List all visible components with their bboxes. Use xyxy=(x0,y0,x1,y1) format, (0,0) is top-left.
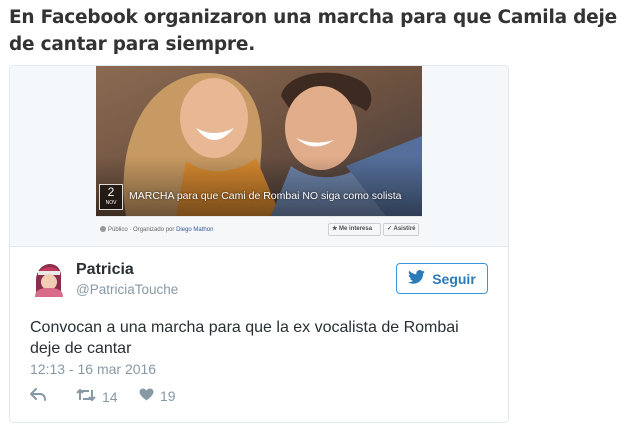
heart-icon xyxy=(139,388,154,404)
event-meta: Público · Organizado por Diego Mathon xyxy=(100,226,213,233)
retweet-icon xyxy=(76,388,96,405)
event-info-bar: Público · Organizado por Diego Mathon ★ … xyxy=(96,216,422,246)
event-date-day: 2 xyxy=(107,185,115,199)
follow-label: Seguir xyxy=(432,270,476,287)
avatar[interactable] xyxy=(30,261,66,297)
going-button[interactable]: ✓ Asistiré xyxy=(383,223,419,236)
tweet-media[interactable]: 2 NOV MARCHA para que Cami de Rombai NO … xyxy=(10,66,508,247)
retweet-button[interactable]: 14 xyxy=(76,388,118,405)
author-handle[interactable]: @PatriciaTouche xyxy=(76,282,178,297)
reply-button[interactable] xyxy=(30,388,46,404)
follow-button[interactable]: Seguir xyxy=(396,263,488,294)
tweet-timestamp[interactable]: 12:13 - 16 mar 2016 xyxy=(30,361,156,377)
twitter-bird-icon xyxy=(408,270,426,287)
tweet-text: Convocan a una marcha para que la ex voc… xyxy=(30,319,459,357)
interested-label: Me interesa xyxy=(339,226,373,232)
going-label: Asistiré xyxy=(393,226,416,232)
event-date-month: NOV xyxy=(105,200,117,206)
interested-button[interactable]: ★ Me interesa xyxy=(328,223,381,236)
like-count: 19 xyxy=(160,388,176,404)
facebook-event-screenshot: 2 NOV MARCHA para que Cami de Rombai NO … xyxy=(96,66,422,246)
event-title: MARCHA para que Cami de Rombai NO siga c… xyxy=(129,190,402,202)
event-organizer: Diego Mathon xyxy=(176,227,214,233)
retweet-count: 14 xyxy=(102,388,118,405)
event-organizer-label: Organizado por xyxy=(133,227,175,233)
reply-icon xyxy=(30,388,46,404)
article-headline: En Facebook organizaron una marcha para … xyxy=(9,7,617,55)
event-privacy: Público xyxy=(108,227,128,233)
author-name[interactable]: Patricia xyxy=(76,261,134,279)
event-date-badge: 2 NOV xyxy=(99,184,123,210)
globe-icon xyxy=(100,226,106,232)
like-button[interactable]: 19 xyxy=(139,388,176,404)
event-meta-separator: · xyxy=(129,227,132,233)
embedded-tweet-card: 2 NOV MARCHA para que Cami de Rombai NO … xyxy=(9,65,509,423)
